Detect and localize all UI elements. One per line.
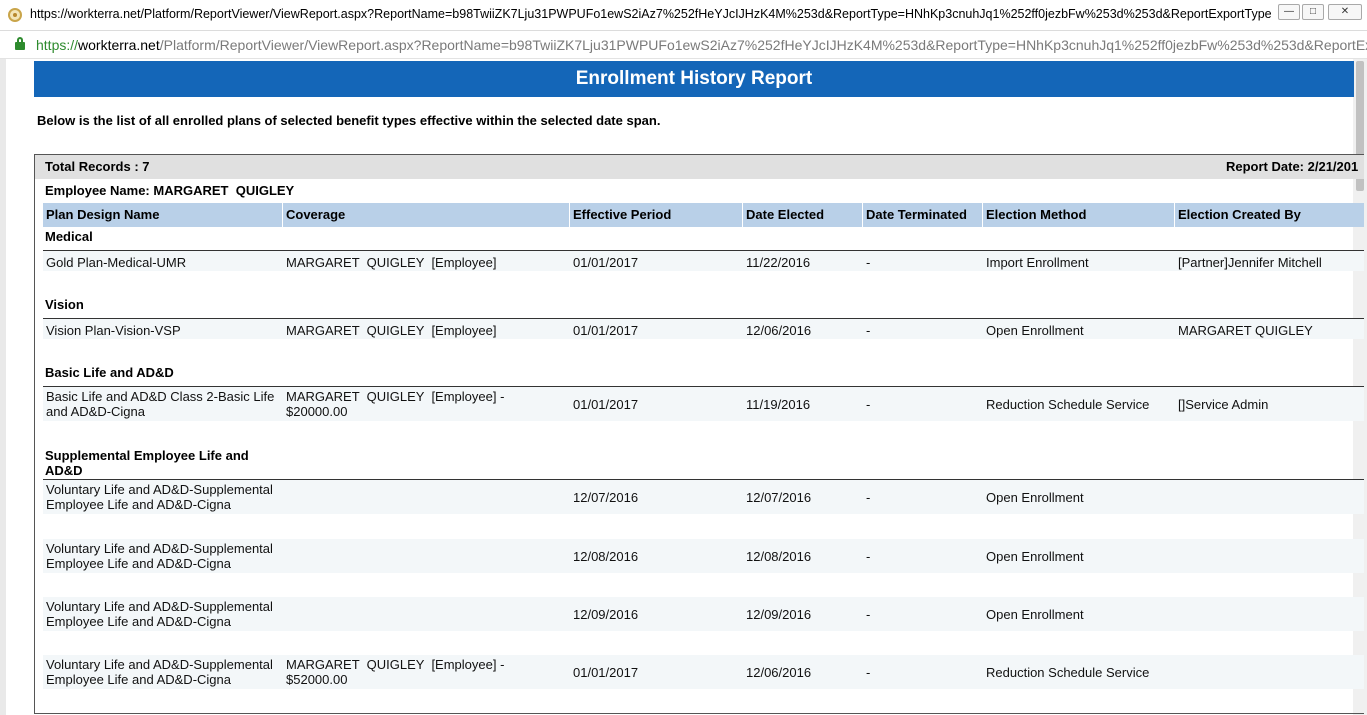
col-date-terminated: Date Terminated bbox=[863, 203, 983, 227]
window-title-bar: https://workterra.net/Platform/ReportVie… bbox=[0, 0, 1367, 31]
table-row[interactable]: Voluntary Life and AD&D-Supplemental Emp… bbox=[43, 597, 1364, 631]
date-terminated-cell: - bbox=[866, 323, 871, 338]
effective-period-cell: 12/08/2016 bbox=[573, 549, 639, 564]
page-content: Enrollment History Report Below is the l… bbox=[0, 59, 1367, 715]
report-title: Enrollment History Report bbox=[34, 61, 1354, 97]
employee-name-value: MARGARET QUIGLEY bbox=[153, 183, 295, 198]
close-button[interactable]: ✕ bbox=[1328, 4, 1362, 20]
table-row[interactable]: Vision Plan-Vision-VSP MARGARET QUIGLEY [… bbox=[43, 319, 1364, 339]
address-bar[interactable]: https://workterra.net/Platform/ReportVie… bbox=[0, 31, 1367, 59]
total-records: Total Records : 7 bbox=[45, 159, 150, 174]
report-table: Total Records : 7 Report Date: 2/21/201 … bbox=[34, 154, 1364, 714]
group-heading: Medical bbox=[45, 229, 93, 244]
group-heading: Supplemental Employee Life and AD&D bbox=[45, 448, 249, 478]
election-method-cell: Open Enrollment bbox=[986, 323, 1084, 338]
plan-name-cell: Vision Plan-Vision-VSP bbox=[46, 323, 181, 338]
date-terminated-cell: - bbox=[866, 665, 871, 680]
date-elected-cell: 11/22/2016 bbox=[746, 255, 811, 270]
employee-name: Employee Name: MARGARET QUIGLEY bbox=[45, 183, 294, 198]
lock-icon bbox=[15, 37, 25, 51]
table-row[interactable]: Voluntary Life and AD&D-Supplemental Emp… bbox=[43, 655, 1364, 689]
date-elected-cell: 12/09/2016 bbox=[746, 607, 812, 622]
effective-period-cell: 12/07/2016 bbox=[573, 490, 639, 505]
plan-name-cell: Basic Life and AD&D Class 2-Basic Life a… bbox=[46, 389, 275, 419]
coverage-cell: MARGARET QUIGLEY [Employee] - $20000.00 bbox=[286, 389, 505, 419]
date-elected-cell: 12/08/2016 bbox=[746, 549, 812, 564]
col-election-method: Election Method bbox=[983, 203, 1175, 227]
col-effective-period: Effective Period bbox=[570, 203, 743, 227]
date-elected-cell: 12/06/2016 bbox=[746, 323, 812, 338]
plan-name-cell: Gold Plan-Medical-UMR bbox=[46, 255, 187, 270]
coverage-cell: MARGARET QUIGLEY [Employee] bbox=[286, 255, 497, 270]
report-date: Report Date: 2/21/201 bbox=[1226, 159, 1359, 174]
url-scheme: https:// bbox=[36, 37, 79, 53]
url-path: /Platform/ReportViewer/ViewReport.aspx?R… bbox=[159, 37, 1367, 53]
coverage-cell: MARGARET QUIGLEY [Employee] - $52000.00 bbox=[286, 657, 505, 687]
election-method-cell: Import Enrollment bbox=[986, 255, 1089, 270]
election-method-cell: Reduction Schedule Service bbox=[986, 665, 1150, 680]
col-plan-design-name: Plan Design Name bbox=[43, 203, 283, 227]
plan-name-cell: Voluntary Life and AD&D-Supplemental Emp… bbox=[46, 599, 273, 629]
url-host: workterra.net bbox=[78, 37, 160, 53]
totals-bar: Total Records : 7 Report Date: 2/21/201 bbox=[35, 155, 1364, 179]
table-row[interactable]: Gold Plan-Medical-UMR MARGARET QUIGLEY [E… bbox=[43, 251, 1364, 271]
left-frame-strip bbox=[0, 59, 6, 715]
table-row[interactable]: Basic Life and AD&D Class 2-Basic Life a… bbox=[43, 387, 1364, 421]
plan-name-cell: Voluntary Life and AD&D-Supplemental Emp… bbox=[46, 657, 273, 687]
effective-period-cell: 12/09/2016 bbox=[573, 607, 639, 622]
plan-name-cell: Voluntary Life and AD&D-Supplemental Emp… bbox=[46, 482, 273, 512]
report-description: Below is the list of all enrolled plans … bbox=[37, 113, 661, 128]
effective-period-cell: 01/01/2017 bbox=[573, 255, 639, 270]
election-method-cell: Open Enrollment bbox=[986, 549, 1084, 564]
coverage-cell: MARGARET QUIGLEY [Employee] bbox=[286, 323, 497, 338]
effective-period-cell: 01/01/2017 bbox=[573, 665, 639, 680]
window-title: https://workterra.net/Platform/ReportVie… bbox=[30, 7, 1272, 21]
maximize-button[interactable]: □ bbox=[1302, 4, 1324, 20]
date-terminated-cell: - bbox=[866, 607, 871, 622]
election-created-by-cell: []Service Admin bbox=[1178, 397, 1269, 412]
table-row[interactable]: Voluntary Life and AD&D-Supplemental Emp… bbox=[43, 480, 1364, 514]
date-elected-cell: 12/06/2016 bbox=[746, 665, 812, 680]
date-elected-cell: 12/07/2016 bbox=[746, 490, 812, 505]
table-row[interactable]: Voluntary Life and AD&D-Supplemental Emp… bbox=[43, 539, 1364, 573]
date-terminated-cell: - bbox=[866, 255, 871, 270]
date-terminated-cell: - bbox=[866, 490, 871, 505]
plan-name-cell: Voluntary Life and AD&D-Supplemental Emp… bbox=[46, 541, 273, 571]
election-created-by-cell: MARGARET QUIGLEY bbox=[1178, 323, 1313, 338]
election-method-cell: Open Enrollment bbox=[986, 490, 1084, 505]
date-elected-cell: 11/19/2016 bbox=[746, 397, 811, 412]
col-election-created-by: Election Created By bbox=[1175, 203, 1364, 227]
effective-period-cell: 01/01/2017 bbox=[573, 397, 639, 412]
url-text[interactable]: https://workterra.net/Platform/ReportVie… bbox=[36, 37, 1367, 53]
browser-app-icon bbox=[8, 8, 22, 22]
col-date-elected: Date Elected bbox=[743, 203, 863, 227]
effective-period-cell: 01/01/2017 bbox=[573, 323, 639, 338]
group-heading: Vision bbox=[45, 297, 84, 312]
column-header-row: Plan Design Name Coverage Effective Period… bbox=[43, 203, 1364, 227]
date-terminated-cell: - bbox=[866, 549, 871, 564]
election-method-cell: Reduction Schedule Service bbox=[986, 397, 1150, 412]
date-terminated-cell: - bbox=[866, 397, 871, 412]
group-heading: Basic Life and AD&D bbox=[45, 365, 174, 380]
employee-name-label: Employee Name: bbox=[45, 183, 150, 198]
minimize-button[interactable]: — bbox=[1278, 4, 1300, 20]
election-method-cell: Open Enrollment bbox=[986, 607, 1084, 622]
col-coverage: Coverage bbox=[283, 203, 570, 227]
election-created-by-cell: [Partner]Jennifer Mitchell bbox=[1178, 255, 1322, 270]
